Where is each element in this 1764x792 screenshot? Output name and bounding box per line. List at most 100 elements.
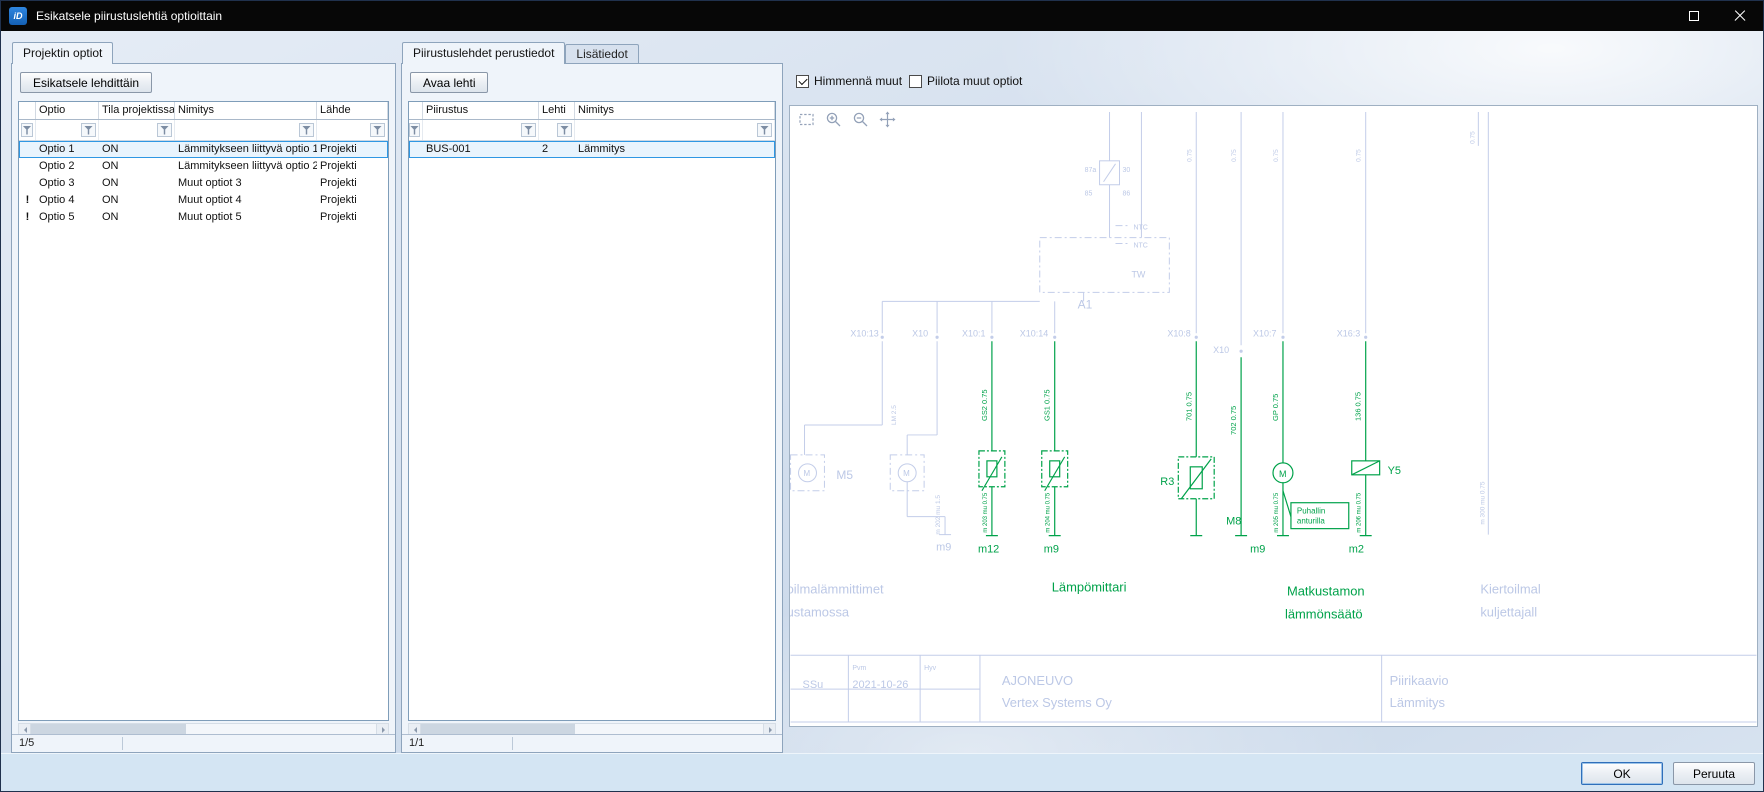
- filter-tila[interactable]: [99, 120, 175, 140]
- schematic-label: X10:1: [962, 328, 985, 338]
- schematic-label: kuljettajall: [1480, 604, 1537, 619]
- schematic-label: M: [903, 469, 910, 478]
- checkbox-label: Himmennä muut: [814, 74, 902, 88]
- col-lahde[interactable]: Lähde: [317, 102, 388, 119]
- col-mark[interactable]: [19, 102, 36, 119]
- table-row[interactable]: ! Optio 5 ON Muut optiot 5 Projekti: [19, 209, 388, 226]
- schematic-label: Matkustamon: [1287, 583, 1365, 598]
- schematic-label: ustamossa: [790, 604, 850, 619]
- schematic-label: m12: [978, 544, 999, 556]
- scroll-right-icon[interactable]: [763, 724, 775, 734]
- zoom-out-icon[interactable]: [852, 111, 869, 128]
- pan-icon[interactable]: [879, 111, 896, 128]
- table-row[interactable]: Optio 3 ON Muut optiot 3 Projekti: [19, 175, 388, 192]
- left-status-bar: 1/5: [12, 734, 395, 752]
- scroll-left-icon[interactable]: [19, 724, 31, 734]
- schematic-labels: 87a308586NTCNTCTWA1X10:13X10X10:1X10:14X…: [790, 131, 1541, 710]
- schematic-label: M: [804, 469, 811, 478]
- filter-lahde[interactable]: [317, 120, 388, 140]
- checkbox-icon: [796, 75, 809, 88]
- cancel-button[interactable]: Peruuta: [1673, 762, 1755, 785]
- filter-icon: [560, 126, 569, 135]
- row-tila: ON: [99, 192, 175, 209]
- scroll-right-icon[interactable]: [376, 724, 388, 734]
- zoom-window-icon[interactable]: [798, 111, 815, 128]
- row-counter: 1/1: [409, 737, 424, 749]
- dialog-window: iD Esikatsele piirustuslehtiä optioittai…: [0, 0, 1764, 792]
- schematic-label: X10: [1213, 345, 1229, 355]
- left-panel: Esikatsele lehdittäin Optio Tila projekt…: [11, 63, 396, 753]
- hide-other-options-checkbox[interactable]: Piilota muut optiot: [909, 74, 1022, 88]
- dim-others-checkbox[interactable]: Himmennä muut: [796, 74, 902, 88]
- row-mark: [19, 158, 36, 175]
- col-mark[interactable]: [409, 102, 423, 119]
- col-lehti[interactable]: Lehti: [539, 102, 575, 119]
- scroll-left-icon[interactable]: [409, 724, 421, 734]
- checkbox-label: Piilota muut optiot: [927, 74, 1022, 88]
- tab-lisatiedot[interactable]: Lisätiedot: [565, 44, 638, 63]
- schematic-label: m9: [1250, 544, 1265, 556]
- tab-projektin-optiot[interactable]: Projektin optiot: [12, 42, 113, 64]
- schematic-label: X10:13: [850, 328, 878, 338]
- titlebar[interactable]: iD Esikatsele piirustuslehtiä optioittai…: [1, 1, 1763, 31]
- schematic-label: GS2 0.75: [980, 389, 989, 421]
- filter-icon: [160, 126, 169, 135]
- schematic-label: M8: [1226, 516, 1241, 528]
- ok-button[interactable]: OK: [1581, 762, 1663, 785]
- row-optio: Optio 1: [36, 141, 99, 158]
- filter-nimitys[interactable]: [575, 120, 775, 140]
- tab-piirustuslehdet-perustiedot[interactable]: Piirustuslehdet perustiedot: [402, 42, 565, 64]
- scrollbar-track[interactable]: [421, 724, 763, 734]
- row-mark: [19, 141, 36, 158]
- window-title: Esikatsele piirustuslehtiä optioittain: [36, 9, 222, 23]
- schematic-label: m 203 mu 0.75: [983, 492, 989, 532]
- filter-box: [521, 123, 536, 137]
- col-nimitys[interactable]: Nimitys: [575, 102, 775, 119]
- filter-mark[interactable]: [409, 120, 423, 140]
- schematic-label: lämmönsäätö: [1285, 606, 1363, 621]
- filter-piirustus[interactable]: [423, 120, 539, 140]
- row-mark: !: [19, 192, 36, 209]
- open-sheet-button[interactable]: Avaa lehti: [410, 72, 488, 93]
- scrollbar-thumb[interactable]: [421, 724, 575, 734]
- drawing-preview[interactable]: 87a308586NTCNTCTWA1X10:13X10X10:1X10:14X…: [789, 105, 1758, 727]
- schematic-label: SSu: [803, 679, 824, 691]
- schematic-label: Lämpömittari: [1052, 579, 1127, 594]
- maximize-icon: [1689, 11, 1699, 21]
- preview-by-sheet-button[interactable]: Esikatsele lehdittäin: [20, 72, 152, 93]
- col-optio[interactable]: Optio: [36, 102, 99, 119]
- row-mark: [409, 141, 423, 158]
- filter-icon: [373, 126, 382, 135]
- col-tila-projektissa[interactable]: Tila projektissa: [99, 102, 175, 119]
- schematic-label: 136 0.75: [1354, 392, 1363, 421]
- table-row[interactable]: ! Optio 4 ON Muut optiot 4 Projekti: [19, 192, 388, 209]
- schematic-label: 0.75: [1186, 149, 1193, 162]
- scrollbar-track[interactable]: [31, 724, 376, 734]
- scrollbar-thumb[interactable]: [31, 724, 186, 734]
- filter-mark[interactable]: [19, 120, 36, 140]
- filter-icon: [84, 126, 93, 135]
- row-mark: [19, 175, 36, 192]
- filter-optio[interactable]: [36, 120, 99, 140]
- filter-box: [370, 123, 385, 137]
- maximize-button[interactable]: [1671, 1, 1717, 31]
- schematic-label: 0.75: [1273, 149, 1280, 162]
- schematic-label: oilmalämmittimet: [790, 581, 884, 596]
- schematic-label: 2021-10-26: [852, 679, 908, 691]
- col-piirustus[interactable]: Piirustus: [423, 102, 539, 119]
- close-button[interactable]: [1717, 1, 1763, 31]
- filter-lehti[interactable]: [539, 120, 575, 140]
- table-row[interactable]: Optio 1 ON Lämmitykseen liittyvä optio 1…: [19, 141, 388, 158]
- filter-box: [757, 123, 772, 137]
- table-row[interactable]: Optio 2 ON Lämmitykseen liittyvä optio 2…: [19, 158, 388, 175]
- schematic-label: anturilla: [1297, 517, 1325, 526]
- row-lahde: Projekti: [317, 209, 388, 226]
- zoom-in-icon[interactable]: [825, 111, 842, 128]
- filter-nimitys[interactable]: [175, 120, 317, 140]
- table-row[interactable]: BUS-001 2 Lämmitys: [409, 141, 775, 158]
- schematic-label: R3: [1160, 476, 1174, 488]
- schematic-label: m 202 mu 1.5: [935, 495, 942, 535]
- col-nimitys[interactable]: Nimitys: [175, 102, 317, 119]
- row-lahde: Projekti: [317, 192, 388, 209]
- filter-icon: [760, 126, 769, 135]
